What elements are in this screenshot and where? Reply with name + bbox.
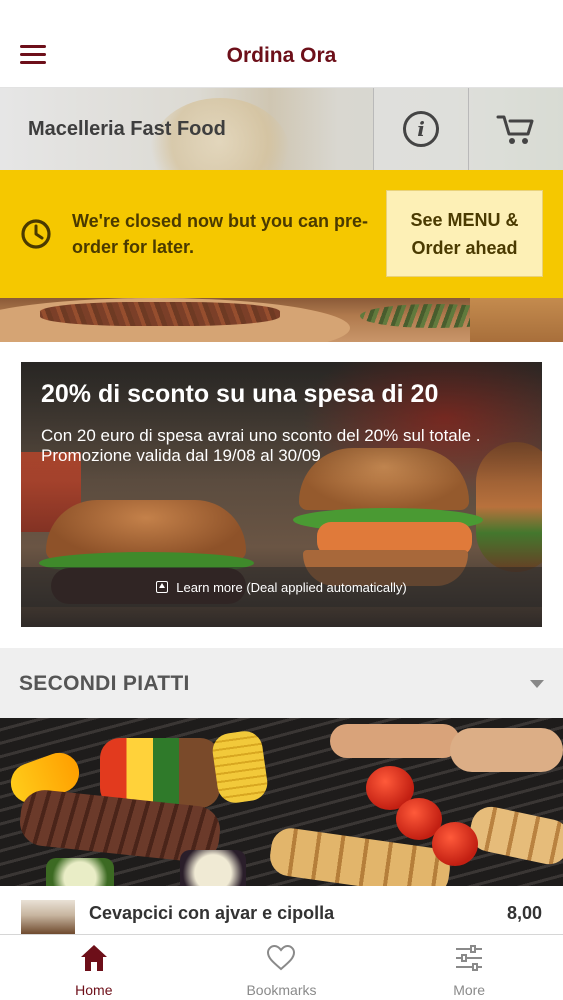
- tab-home[interactable]: Home: [0, 935, 188, 1000]
- top-navigation-bar: Ordina Ora: [0, 0, 563, 88]
- promo-learn-more-link[interactable]: Learn more (Deal applied automatically): [156, 580, 407, 595]
- clock-icon: [21, 219, 51, 249]
- promo-description: Con 20 euro di spesa avrai uno sconto de…: [41, 426, 481, 465]
- info-button[interactable]: i: [373, 88, 468, 170]
- category-title: SECONDI PIATTI: [19, 672, 190, 695]
- cart-button[interactable]: [468, 88, 563, 170]
- external-link-icon: [156, 581, 169, 593]
- closed-message: We're closed now but you can pre-order f…: [72, 211, 368, 257]
- info-icon: i: [403, 111, 439, 147]
- promo-footer: Learn more (Deal applied automatically): [21, 567, 542, 607]
- home-icon: [80, 945, 107, 971]
- restaurant-header: Macelleria Fast Food i: [0, 88, 563, 170]
- page-title: Ordina Ora: [226, 44, 337, 67]
- tab-more-label: More: [453, 982, 486, 998]
- promo-learn-more-label: Learn more (Deal applied automatically): [176, 579, 407, 595]
- see-menu-order-ahead-button[interactable]: See MENU & Order ahead: [386, 190, 543, 277]
- heart-icon: [267, 944, 296, 971]
- restaurant-name: Macelleria Fast Food: [28, 118, 226, 140]
- restaurant-cover-photo: [0, 298, 563, 342]
- menu-item[interactable]: Cevapcici con ajvar e cipolla 8,00: [0, 886, 563, 934]
- cart-icon: [496, 115, 534, 144]
- tab-bookmarks-label: Bookmarks: [246, 982, 317, 998]
- promo-title: 20% di sconto su una spesa di 20: [41, 380, 439, 408]
- tab-more[interactable]: More: [375, 935, 563, 1000]
- chevron-down-icon: [530, 680, 544, 688]
- menu-item-name: Cevapcici con ajvar e cipolla: [89, 903, 335, 923]
- tab-home-label: Home: [75, 982, 113, 998]
- menu-item-price: 8,00: [506, 903, 542, 923]
- category-image: [0, 718, 563, 886]
- sliders-icon: [456, 945, 483, 971]
- menu-item-thumbnail: [21, 900, 75, 934]
- promo-card[interactable]: 20% di sconto su una spesa di 20 Con 20 …: [21, 362, 542, 627]
- category-header[interactable]: SECONDI PIATTI: [0, 648, 563, 718]
- tab-bookmarks[interactable]: Bookmarks: [188, 935, 376, 1000]
- bottom-tab-bar: Home Bookmarks More: [0, 934, 563, 1000]
